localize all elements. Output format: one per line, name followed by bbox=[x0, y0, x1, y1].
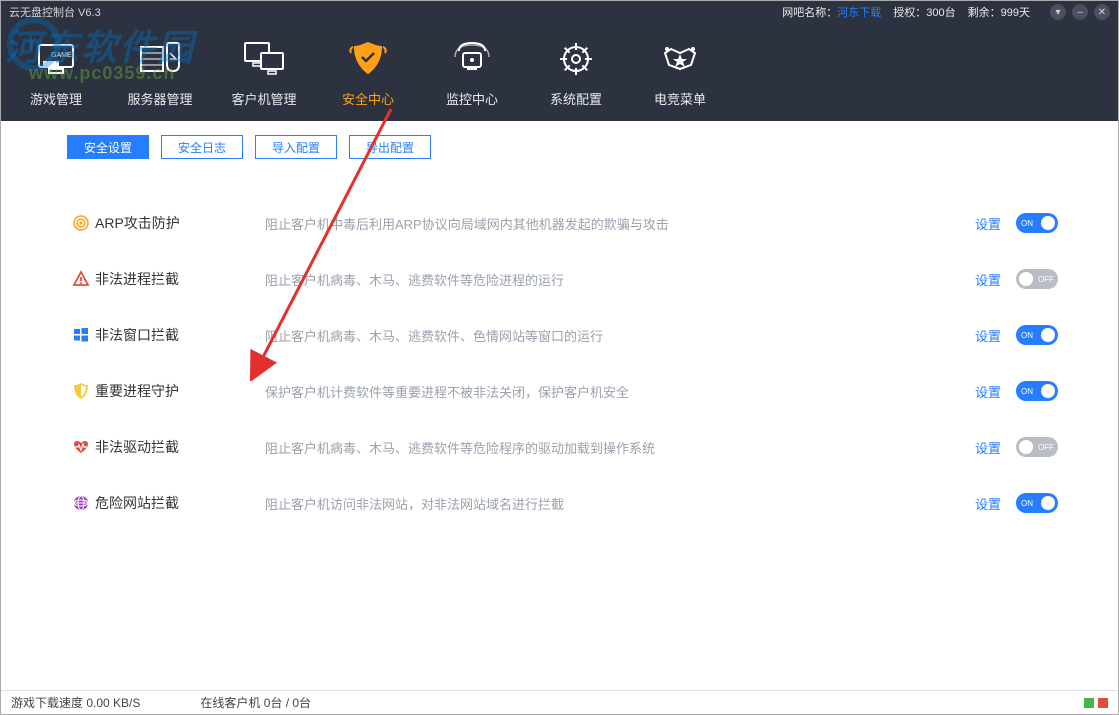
settings-link[interactable]: 设置 bbox=[960, 326, 1016, 345]
server-icon bbox=[136, 37, 184, 81]
gear-icon bbox=[552, 37, 600, 81]
globe-icon bbox=[67, 494, 95, 512]
shield-icon bbox=[344, 37, 392, 81]
esport-icon bbox=[656, 37, 704, 81]
close-button[interactable]: ✕ bbox=[1094, 4, 1110, 20]
nav-label: 监控中心 bbox=[446, 89, 498, 108]
row-desc: 阻止客户机访问非法网站，对非法网站域名进行拦截 bbox=[265, 494, 960, 513]
game-icon: GAME bbox=[32, 37, 80, 81]
security-row: 重要进程守护 保护客户机计费软件等重要进程不被非法关闭，保护客户机安全 设置 O… bbox=[67, 363, 1058, 419]
nav-gear[interactable]: 系统配置 bbox=[535, 37, 617, 108]
nav-label: 电竞菜单 bbox=[654, 89, 706, 108]
status-indicator-red bbox=[1098, 698, 1108, 708]
toggle-switch[interactable]: OFF bbox=[1016, 437, 1058, 457]
tab-3[interactable]: 导出配置 bbox=[349, 135, 431, 159]
toggle-switch[interactable]: ON bbox=[1016, 381, 1058, 401]
toggle-switch[interactable]: ON bbox=[1016, 493, 1058, 513]
auth-info: 授权：300台 bbox=[893, 4, 955, 20]
nav-label: 服务器管理 bbox=[127, 89, 192, 108]
row-desc: 阻止客户机病毒、木马、逃费软件等危险程序的驱动加载到操作系统 bbox=[265, 438, 960, 457]
security-row: ARP攻击防护 阻止客户机中毒后利用ARP协议向局域网内其他机器发起的欺骗与攻击… bbox=[67, 195, 1058, 251]
security-row: 非法驱动拦截 阻止客户机病毒、木马、逃费软件等危险程序的驱动加载到操作系统 设置… bbox=[67, 419, 1058, 475]
nav-game[interactable]: GAME 游戏管理 bbox=[15, 37, 97, 108]
minimize-button[interactable]: – bbox=[1072, 4, 1088, 20]
nav-monitor[interactable]: 监控中心 bbox=[431, 37, 513, 108]
settings-link[interactable]: 设置 bbox=[960, 438, 1016, 457]
app-title: 云无盘控制台 V6.3 bbox=[9, 4, 782, 20]
monitor-icon bbox=[448, 37, 496, 81]
nav-shield[interactable]: 安全中心 bbox=[327, 37, 409, 108]
warn-icon bbox=[67, 270, 95, 288]
row-desc: 保护客户机计费软件等重要进程不被非法关闭，保护客户机安全 bbox=[265, 382, 960, 401]
row-name: ARP攻击防护 bbox=[95, 213, 265, 233]
toggle-switch[interactable]: ON bbox=[1016, 213, 1058, 233]
toggle-switch[interactable]: OFF bbox=[1016, 269, 1058, 289]
settings-link[interactable]: 设置 bbox=[960, 214, 1016, 233]
heart-icon bbox=[67, 438, 95, 456]
nav-server[interactable]: 服务器管理 bbox=[119, 37, 201, 108]
nav-label: 安全中心 bbox=[342, 89, 394, 108]
windows-icon bbox=[67, 326, 95, 344]
toggle-switch[interactable]: ON bbox=[1016, 325, 1058, 345]
target-icon bbox=[67, 214, 95, 232]
nav-esport[interactable]: 电竞菜单 bbox=[639, 37, 721, 108]
nav-label: 客户机管理 bbox=[231, 89, 296, 108]
row-name: 重要进程守护 bbox=[95, 381, 265, 401]
row-name: 非法窗口拦截 bbox=[95, 325, 265, 345]
nav-client[interactable]: 客户机管理 bbox=[223, 37, 305, 108]
nav-label: 游戏管理 bbox=[30, 89, 82, 108]
row-name: 危险网站拦截 bbox=[95, 493, 265, 513]
remain-info: 剩余：999天 bbox=[968, 4, 1030, 20]
download-speed: 游戏下载速度 0.00 KB/S bbox=[11, 694, 140, 711]
settings-link[interactable]: 设置 bbox=[960, 270, 1016, 289]
online-clients: 在线客户机 0台 / 0台 bbox=[200, 694, 311, 711]
tab-0[interactable]: 安全设置 bbox=[67, 135, 149, 159]
settings-link[interactable]: 设置 bbox=[960, 494, 1016, 513]
row-desc: 阻止客户机病毒、木马、逃费软件等危险进程的运行 bbox=[265, 270, 960, 289]
security-row: 非法进程拦截 阻止客户机病毒、木马、逃费软件等危险进程的运行 设置 OFF bbox=[67, 251, 1058, 307]
tab-1[interactable]: 安全日志 bbox=[161, 135, 243, 159]
row-name: 非法驱动拦截 bbox=[95, 437, 265, 457]
nav-label: 系统配置 bbox=[550, 89, 602, 108]
row-desc: 阻止客户机病毒、木马、逃费软件、色情网站等窗口的运行 bbox=[265, 326, 960, 345]
dropdown-button[interactable]: ▾ bbox=[1050, 4, 1066, 20]
security-row: 非法窗口拦截 阻止客户机病毒、木马、逃费软件、色情网站等窗口的运行 设置 ON bbox=[67, 307, 1058, 363]
tab-2[interactable]: 导入配置 bbox=[255, 135, 337, 159]
status-indicator-green bbox=[1084, 698, 1094, 708]
row-desc: 阻止客户机中毒后利用ARP协议向局域网内其他机器发起的欺骗与攻击 bbox=[265, 214, 960, 233]
bar-name-link[interactable]: 河东下载 bbox=[837, 7, 881, 19]
bar-name-label: 网吧名称： bbox=[782, 7, 837, 19]
svg-text:GAME: GAME bbox=[51, 52, 72, 59]
security-row: 危险网站拦截 阻止客户机访问非法网站，对非法网站域名进行拦截 设置 ON bbox=[67, 475, 1058, 531]
shield2-icon bbox=[67, 382, 95, 400]
client-icon bbox=[240, 37, 288, 81]
row-name: 非法进程拦截 bbox=[95, 269, 265, 289]
settings-link[interactable]: 设置 bbox=[960, 382, 1016, 401]
